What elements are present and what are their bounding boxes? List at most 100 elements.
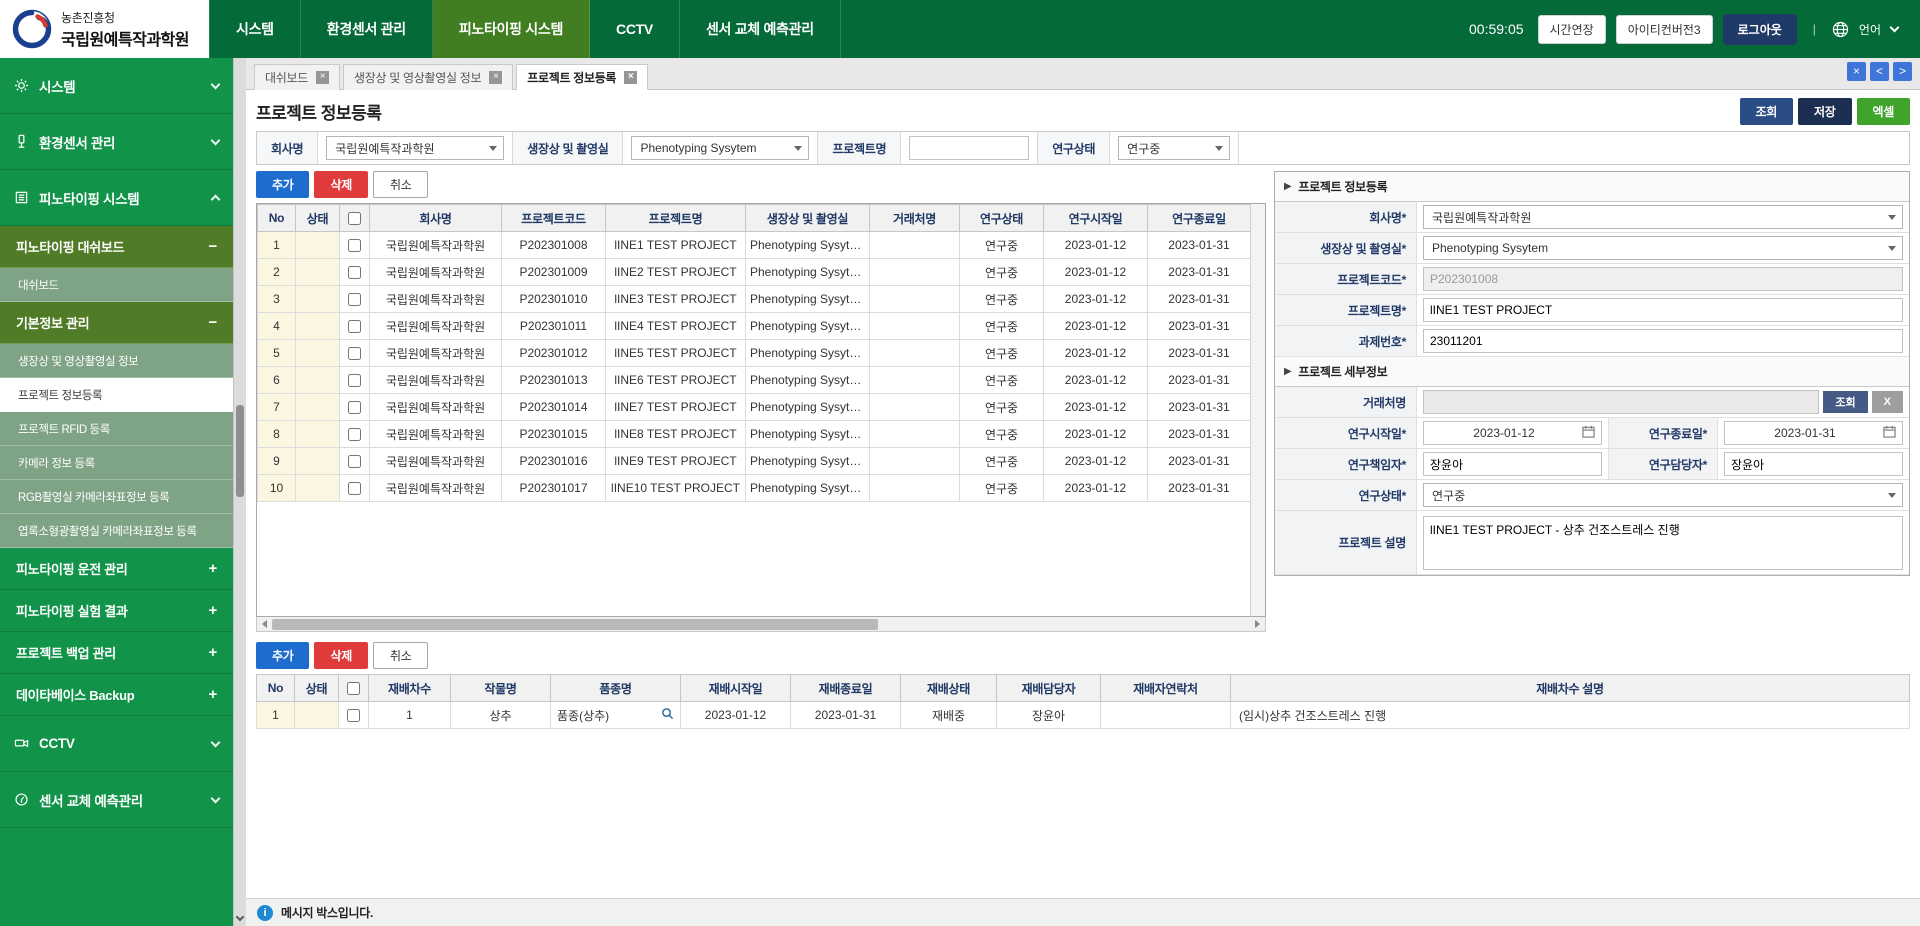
project-row[interactable]: 1국립원예특작과학원P202301008lINE1 TEST PROJECTPh…: [258, 232, 1251, 259]
sidebar-item[interactable]: CCTV: [0, 716, 233, 772]
select-all-checkbox[interactable]: [347, 682, 360, 695]
language-chevron-down-icon[interactable]: [1890, 23, 1900, 33]
sidebar-section[interactable]: 기본정보 관리−: [0, 302, 233, 344]
cultivation-row[interactable]: 1 1 상추 품종(상추): [257, 702, 1910, 729]
row-checkbox[interactable]: [347, 709, 360, 722]
project-horizontal-scrollbar[interactable]: [256, 617, 1266, 632]
sidebar-scrollbar-thumb[interactable]: [236, 405, 244, 497]
row-checkbox[interactable]: [348, 401, 361, 414]
end-date-input[interactable]: 2023-01-31: [1724, 421, 1903, 445]
nav-env-sensor[interactable]: 환경센서 관리: [301, 0, 433, 58]
cultivation-cancel-button[interactable]: 취소: [373, 642, 428, 669]
scrollbar-thumb[interactable]: [272, 619, 878, 630]
chamber-filter-select[interactable]: Phenotyping Sysytem: [631, 136, 809, 160]
sidebar-section[interactable]: 피노타이핑 실험 결과+: [0, 590, 233, 632]
row-checkbox[interactable]: [348, 266, 361, 279]
tab-close-icon[interactable]: ×: [624, 71, 637, 84]
select-all-checkbox[interactable]: [348, 212, 361, 225]
project-row[interactable]: 4국립원예특작과학원P202301011lINE4 TEST PROJECTPh…: [258, 313, 1251, 340]
delete-button[interactable]: 삭제: [314, 171, 367, 198]
manager-input[interactable]: [1724, 452, 1903, 476]
project-name-input[interactable]: [1423, 298, 1903, 322]
chamber-select[interactable]: Phenotyping Sysytem: [1423, 236, 1903, 260]
description-textarea[interactable]: lINE1 TEST PROJECT - 상추 건조스트레스 진행: [1423, 516, 1903, 570]
project-row[interactable]: 3국립원예특작과학원P202301010lINE3 TEST PROJECTPh…: [258, 286, 1251, 313]
nav-system[interactable]: 시스템: [209, 0, 301, 58]
sidebar-item[interactable]: 환경센서 관리: [0, 114, 233, 170]
tab-growth-chamber-info[interactable]: 생장상 및 영상촬영실 정보 ×: [343, 64, 513, 90]
sidebar-scrollbar[interactable]: [233, 58, 246, 926]
sidebar-scroll-down-arrow[interactable]: [236, 913, 244, 921]
logout-button[interactable]: 로그아웃: [1723, 14, 1797, 45]
sidebar-item[interactable]: 시스템: [0, 58, 233, 114]
cultivation-add-button[interactable]: 추가: [256, 642, 309, 669]
client-search-button[interactable]: 조회: [1823, 391, 1867, 413]
variety-search-icon[interactable]: [661, 707, 674, 723]
globe-icon[interactable]: [1832, 21, 1849, 38]
row-checkbox[interactable]: [348, 428, 361, 441]
sidebar-item[interactable]: 피노타이핑 시스템: [0, 170, 233, 226]
sidebar-section[interactable]: 프로젝트 백업 관리+: [0, 632, 233, 674]
company-select[interactable]: 국립원예특작과학원: [1423, 205, 1903, 229]
tab-close-icon[interactable]: ×: [316, 71, 329, 84]
tab-project-registration[interactable]: 프로젝트 정보등록 ×: [516, 64, 648, 90]
company-filter-select[interactable]: 국립원예특작과학원: [326, 136, 504, 160]
project-row[interactable]: 5국립원예특작과학원P202301012lINE5 TEST PROJECTPh…: [258, 340, 1251, 367]
excel-button[interactable]: 엑셀: [1857, 98, 1910, 125]
sidebar-sub-item[interactable]: 프로젝트 정보등록: [0, 378, 233, 412]
project-row[interactable]: 9국립원예특작과학원P202301016lINE9 TEST PROJECTPh…: [258, 448, 1251, 475]
prev-tab-button[interactable]: <: [1870, 62, 1889, 81]
project-row[interactable]: 2국립원예특작과학원P202301009lINE2 TEST PROJECTPh…: [258, 259, 1251, 286]
project-vertical-scrollbar[interactable]: [1250, 204, 1265, 616]
sidebar-sub-item[interactable]: 대쉬보드: [0, 268, 233, 302]
search-button[interactable]: 조회: [1740, 98, 1793, 125]
cultivation-delete-button[interactable]: 삭제: [314, 642, 367, 669]
sidebar-sub-item[interactable]: RGB촬영실 카메라좌표정보 등록: [0, 480, 233, 514]
row-checkbox[interactable]: [348, 320, 361, 333]
language-label[interactable]: 언어: [1859, 21, 1881, 38]
row-checkbox[interactable]: [348, 293, 361, 306]
client-clear-button[interactable]: X: [1872, 391, 1903, 413]
task-number-input[interactable]: [1423, 329, 1903, 353]
close-all-tabs-button[interactable]: ×: [1847, 62, 1866, 81]
add-button[interactable]: 추가: [256, 171, 309, 198]
next-tab-button[interactable]: >: [1893, 62, 1912, 81]
research-status-select[interactable]: 연구중: [1423, 483, 1903, 507]
calendar-icon[interactable]: [1582, 425, 1595, 441]
sidebar-sub-item[interactable]: 엽록소형광촬영실 카메라좌표정보 등록: [0, 514, 233, 548]
sidebar-item[interactable]: 센서 교체 예측관리: [0, 772, 233, 828]
status-filter-select[interactable]: 연구중: [1118, 136, 1230, 160]
sidebar-sub-item[interactable]: 프로젝트 RFID 등록: [0, 412, 233, 446]
row-checkbox[interactable]: [348, 374, 361, 387]
nav-sensor-replace[interactable]: 센서 교체 예측관리: [680, 0, 841, 58]
sidebar-sub-item[interactable]: 카메라 정보 등록: [0, 446, 233, 480]
row-checkbox[interactable]: [348, 482, 361, 495]
nav-phenotyping[interactable]: 피노타이핑 시스템: [433, 0, 590, 58]
sidebar-section[interactable]: 데이타베이스 Backup+: [0, 674, 233, 716]
extend-time-button[interactable]: 시간연장: [1538, 15, 1606, 44]
row-checkbox[interactable]: [348, 455, 361, 468]
nav-cctv[interactable]: CCTV: [590, 0, 680, 58]
cancel-button[interactable]: 취소: [373, 171, 428, 198]
scroll-right-arrow[interactable]: [1255, 620, 1260, 628]
project-row[interactable]: 7국립원예특작과학원P202301014lINE7 TEST PROJECTPh…: [258, 394, 1251, 421]
project-row[interactable]: 8국립원예특작과학원P202301015lINE8 TEST PROJECTPh…: [258, 421, 1251, 448]
row-description: (임시)상추 건조스트레스 진행: [1231, 702, 1910, 729]
start-date-input[interactable]: 2023-01-12: [1423, 421, 1602, 445]
scroll-left-arrow[interactable]: [262, 620, 267, 628]
save-button[interactable]: 저장: [1798, 98, 1851, 125]
row-checkbox[interactable]: [348, 347, 361, 360]
account-button[interactable]: 아이티컨버전3: [1616, 15, 1713, 44]
project-row[interactable]: 10국립원예특작과학원P202301017lINE10 TEST PROJECT…: [258, 475, 1251, 502]
project-row[interactable]: 6국립원예특작과학원P202301013lINE6 TEST PROJECTPh…: [258, 367, 1251, 394]
sidebar-section[interactable]: 피노타이핑 대쉬보드−: [0, 226, 233, 268]
client-input[interactable]: [1423, 390, 1819, 414]
tab-dashboard[interactable]: 대쉬보드 ×: [254, 64, 340, 90]
project-name-filter-input[interactable]: [909, 136, 1029, 160]
sidebar-section[interactable]: 피노타이핑 운전 관리+: [0, 548, 233, 590]
calendar-icon[interactable]: [1883, 425, 1896, 441]
tab-close-icon[interactable]: ×: [489, 71, 502, 84]
row-checkbox[interactable]: [348, 239, 361, 252]
sidebar-sub-item[interactable]: 생장상 및 영상촬영실 정보: [0, 344, 233, 378]
leader-input[interactable]: [1423, 452, 1602, 476]
